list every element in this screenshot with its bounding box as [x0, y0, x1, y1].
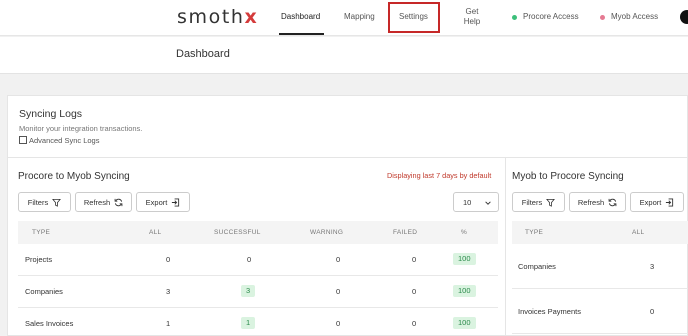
export-label: Export	[145, 197, 168, 207]
refresh-icon	[114, 198, 123, 206]
procore-status-dot-icon	[512, 15, 517, 20]
table-row: Invoices Payments 0	[512, 289, 688, 334]
row-type: Sales Invoices	[25, 319, 74, 328]
row-successful-badge: 1	[241, 317, 256, 329]
table-row: Projects 0 0 0 0 100	[18, 244, 498, 276]
filter-icon	[546, 198, 556, 207]
left-filters-button[interactable]: Filters	[18, 192, 71, 212]
syncing-logs-subtitle: Monitor your integration transactions.	[19, 124, 143, 133]
section-divider	[8, 157, 688, 158]
left-export-button[interactable]: Export	[136, 192, 190, 212]
row-warning: 0	[336, 255, 341, 264]
nav-procore-access[interactable]: Procore Access	[523, 12, 579, 21]
nav-active-indicator	[279, 33, 324, 35]
col-failed: FAILED	[393, 229, 418, 236]
table-row: Sales Invoices 1 1 0 0 100	[18, 308, 498, 336]
table-row: Companies 3	[512, 244, 688, 289]
column-divider	[505, 158, 506, 336]
refresh-icon	[608, 198, 617, 206]
left-refresh-button[interactable]: Refresh	[75, 192, 132, 212]
col-percent: %	[461, 229, 468, 236]
nav-myob-access[interactable]: Myob Access	[611, 12, 658, 21]
myob-to-procore-title: Myob to Procore Syncing	[512, 171, 624, 182]
row-warning: 0	[336, 287, 341, 296]
smoothx-logo[interactable]: smothx	[177, 6, 258, 28]
row-type: Projects	[25, 255, 53, 264]
procore-to-myob-title: Procore to Myob Syncing	[18, 171, 130, 182]
row-all: 3	[650, 262, 655, 271]
logo-x: x	[244, 6, 259, 28]
row-all: 3	[166, 287, 171, 296]
refresh-label: Refresh	[577, 197, 605, 207]
chevron-down-icon	[485, 201, 491, 205]
right-table-header: TYPE ALL	[512, 221, 688, 244]
row-warning: 0	[336, 319, 341, 328]
export-icon	[172, 197, 180, 207]
row-percent-badge: 100	[453, 285, 476, 297]
refresh-label: Refresh	[83, 197, 111, 207]
nav-settings[interactable]: Settings	[399, 12, 428, 21]
row-type: Invoices Payments	[518, 307, 581, 316]
row-failed: 0	[412, 319, 417, 328]
advanced-sync-logs-checkbox[interactable]	[19, 136, 27, 144]
row-percent-badge: 100	[453, 317, 476, 329]
right-filters-button[interactable]: Filters	[512, 192, 565, 212]
col-successful: SUCCESSFUL	[214, 229, 261, 236]
filter-icon	[52, 198, 62, 207]
export-icon	[666, 197, 674, 207]
page-title: Dashboard	[176, 48, 230, 60]
row-all: 0	[166, 255, 171, 264]
row-failed: 0	[412, 255, 417, 264]
row-type: Companies	[518, 262, 556, 271]
col-type: TYPE	[525, 229, 544, 236]
syncing-logs-title: Syncing Logs	[19, 108, 83, 120]
filters-label: Filters	[521, 197, 543, 207]
default-range-notice: Displaying last 7 days by default	[387, 171, 492, 180]
row-all: 0	[650, 307, 655, 316]
row-failed: 0	[412, 287, 417, 296]
col-all: ALL	[149, 229, 162, 236]
nav-get-help[interactable]: Get Help	[463, 7, 481, 27]
nav-mapping[interactable]: Mapping	[344, 12, 375, 21]
table-row: Companies 3 3 0 0 100	[18, 276, 498, 308]
logo-text: smoth	[177, 6, 245, 28]
top-navbar: smothx Dashboard Mapping Settings Get He…	[0, 0, 688, 36]
page-size-value: 10	[463, 198, 472, 207]
col-all: ALL	[632, 229, 645, 236]
advanced-sync-logs-label[interactable]: Advanced Sync Logs	[29, 136, 99, 145]
row-percent-badge: 100	[453, 253, 476, 265]
myob-status-dot-icon	[600, 15, 605, 20]
filters-label: Filters	[27, 197, 49, 207]
page-header: Dashboard	[0, 37, 688, 74]
row-successful-badge: 3	[241, 285, 256, 297]
page-size-select[interactable]: 10	[453, 192, 499, 212]
row-all: 1	[166, 319, 171, 328]
export-label: Export	[639, 197, 662, 207]
col-warning: WARNING	[310, 229, 344, 236]
col-type: TYPE	[32, 229, 51, 236]
right-refresh-button[interactable]: Refresh	[569, 192, 626, 212]
left-table-header: TYPE ALL SUCCESSFUL WARNING FAILED %	[18, 221, 498, 244]
right-export-button[interactable]: Export	[630, 192, 684, 212]
row-type: Companies	[25, 287, 63, 296]
user-avatar[interactable]	[680, 10, 688, 24]
row-successful: 0	[247, 255, 252, 264]
nav-dashboard[interactable]: Dashboard	[281, 12, 320, 21]
